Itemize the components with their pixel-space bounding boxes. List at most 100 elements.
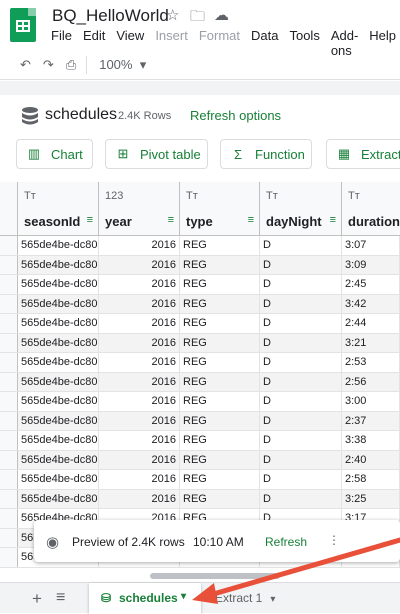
table-cell[interactable]: REG bbox=[180, 333, 260, 352]
row-header[interactable] bbox=[0, 372, 18, 391]
tab-menu-icon[interactable]: ▾ bbox=[270, 594, 275, 605]
table-cell[interactable]: D bbox=[260, 236, 342, 255]
table-cell[interactable]: 2016 bbox=[99, 392, 180, 411]
table-cell[interactable]: 2016 bbox=[99, 411, 180, 430]
table-cell[interactable]: 3:42 bbox=[342, 294, 400, 313]
sheets-logo[interactable] bbox=[10, 8, 36, 42]
table-cell[interactable]: REG bbox=[180, 236, 260, 255]
table-cell[interactable]: 3:21 bbox=[342, 333, 400, 352]
table-cell[interactable]: 2:56 bbox=[342, 372, 400, 391]
table-cell[interactable]: D bbox=[260, 353, 342, 372]
table-cell[interactable]: 2:58 bbox=[342, 470, 400, 489]
table-cell[interactable]: REG bbox=[180, 450, 260, 469]
chart-button[interactable]: ▥ Chart bbox=[16, 139, 93, 169]
table-cell[interactable]: 565de4be-dc80-4 bbox=[18, 489, 99, 508]
table-cell[interactable]: 565de4be-dc80-4 bbox=[18, 294, 99, 313]
row-header[interactable] bbox=[0, 411, 18, 430]
table-cell[interactable]: REG bbox=[180, 294, 260, 313]
row-header[interactable] bbox=[0, 353, 18, 372]
column-header-type[interactable]: Tт type ≡ bbox=[180, 182, 260, 235]
tab-schedules[interactable]: ⛁ schedules ▾ bbox=[89, 583, 201, 614]
table-cell[interactable]: D bbox=[260, 411, 342, 430]
column-header-seasonid[interactable]: Tт seasonId ≡ bbox=[18, 182, 99, 235]
table-cell[interactable]: REG bbox=[180, 275, 260, 294]
filter-icon[interactable]: ≡ bbox=[87, 214, 93, 226]
table-cell[interactable]: D bbox=[260, 431, 342, 450]
table-cell[interactable]: D bbox=[260, 470, 342, 489]
table-cell[interactable]: REG bbox=[180, 431, 260, 450]
filter-icon[interactable]: ≡ bbox=[330, 214, 336, 226]
table-cell[interactable]: 2016 bbox=[99, 450, 180, 469]
row-header[interactable] bbox=[0, 275, 18, 294]
table-cell[interactable]: 565de4be-dc80-4 bbox=[18, 353, 99, 372]
table-cell[interactable]: 3:09 bbox=[342, 255, 400, 274]
row-header[interactable] bbox=[0, 236, 18, 255]
table-cell[interactable]: 3:38 bbox=[342, 431, 400, 450]
row-header[interactable] bbox=[0, 392, 18, 411]
table-cell[interactable]: D bbox=[260, 314, 342, 333]
undo-icon[interactable]: ↶ bbox=[20, 57, 31, 73]
table-cell[interactable]: 565de4be-dc80-4 bbox=[18, 333, 99, 352]
table-cell[interactable]: REG bbox=[180, 489, 260, 508]
table-cell[interactable]: D bbox=[260, 275, 342, 294]
table-cell[interactable]: REG bbox=[180, 372, 260, 391]
table-cell[interactable]: D bbox=[260, 255, 342, 274]
table-cell[interactable]: D bbox=[260, 294, 342, 313]
filter-icon[interactable]: ≡ bbox=[168, 214, 174, 226]
table-cell[interactable]: 2016 bbox=[99, 431, 180, 450]
table-cell[interactable]: 2016 bbox=[99, 294, 180, 313]
row-header[interactable] bbox=[0, 509, 18, 528]
table-cell[interactable]: 565de4be-dc80-4 bbox=[18, 411, 99, 430]
function-button[interactable]: Σ Function bbox=[220, 139, 312, 169]
row-header[interactable] bbox=[0, 489, 18, 508]
table-cell[interactable]: D bbox=[260, 333, 342, 352]
table-cell[interactable]: 565de4be-dc80-4 bbox=[18, 275, 99, 294]
row-header[interactable] bbox=[0, 548, 18, 567]
star-icon[interactable]: ☆ bbox=[166, 6, 179, 24]
table-cell[interactable]: 565de4be-dc80-4 bbox=[18, 314, 99, 333]
row-header[interactable] bbox=[0, 528, 18, 547]
tab-menu-icon[interactable]: ▾ bbox=[181, 591, 186, 602]
table-cell[interactable]: 2016 bbox=[99, 489, 180, 508]
zoom-select[interactable]: 100% ▾ bbox=[99, 57, 146, 73]
table-cell[interactable]: REG bbox=[180, 314, 260, 333]
table-cell[interactable]: 2016 bbox=[99, 372, 180, 391]
row-header[interactable] bbox=[0, 255, 18, 274]
table-cell[interactable]: 565de4be-dc80-4 bbox=[18, 450, 99, 469]
row-header[interactable] bbox=[0, 314, 18, 333]
table-cell[interactable]: 2016 bbox=[99, 353, 180, 372]
add-sheet-icon[interactable]: + bbox=[32, 589, 42, 609]
table-cell[interactable]: REG bbox=[180, 353, 260, 372]
row-header[interactable] bbox=[0, 333, 18, 352]
refresh-options-link[interactable]: Refresh options bbox=[190, 108, 281, 123]
table-cell[interactable]: D bbox=[260, 392, 342, 411]
table-cell[interactable]: REG bbox=[180, 392, 260, 411]
table-cell[interactable]: 2:44 bbox=[342, 314, 400, 333]
table-cell[interactable]: 2016 bbox=[99, 236, 180, 255]
print-icon[interactable]: ⎙ bbox=[66, 57, 76, 73]
pivot-table-button[interactable]: ⊞ Pivot table bbox=[105, 139, 208, 169]
extract-button[interactable]: ▦ Extract bbox=[326, 139, 400, 169]
more-vert-icon[interactable]: ⋮ bbox=[328, 533, 340, 547]
column-header-year[interactable]: 123 year ≡ bbox=[99, 182, 180, 235]
column-header-daynight[interactable]: Tт dayNight ≡ bbox=[260, 182, 342, 235]
table-cell[interactable]: 2016 bbox=[99, 314, 180, 333]
tab-extract-1[interactable]: Extract 1 ▾ bbox=[215, 591, 275, 605]
row-header[interactable] bbox=[0, 294, 18, 313]
table-cell[interactable]: D bbox=[260, 489, 342, 508]
row-header[interactable] bbox=[0, 470, 18, 489]
table-cell[interactable]: 565de4be-dc80-4 bbox=[18, 236, 99, 255]
table-cell[interactable]: 2016 bbox=[99, 470, 180, 489]
table-cell[interactable]: REG bbox=[180, 255, 260, 274]
table-cell[interactable]: D bbox=[260, 450, 342, 469]
all-sheets-icon[interactable]: ≡ bbox=[56, 589, 65, 607]
redo-icon[interactable]: ↷ bbox=[43, 57, 54, 73]
table-cell[interactable]: 2016 bbox=[99, 275, 180, 294]
doc-title[interactable]: BQ_HelloWorld bbox=[52, 6, 169, 26]
row-header[interactable] bbox=[0, 450, 18, 469]
table-cell[interactable]: 3:07 bbox=[342, 236, 400, 255]
table-cell[interactable]: 565de4be-dc80-4 bbox=[18, 431, 99, 450]
table-cell[interactable]: 565de4be-dc80-4 bbox=[18, 392, 99, 411]
table-cell[interactable]: 2016 bbox=[99, 333, 180, 352]
row-header[interactable] bbox=[0, 431, 18, 450]
